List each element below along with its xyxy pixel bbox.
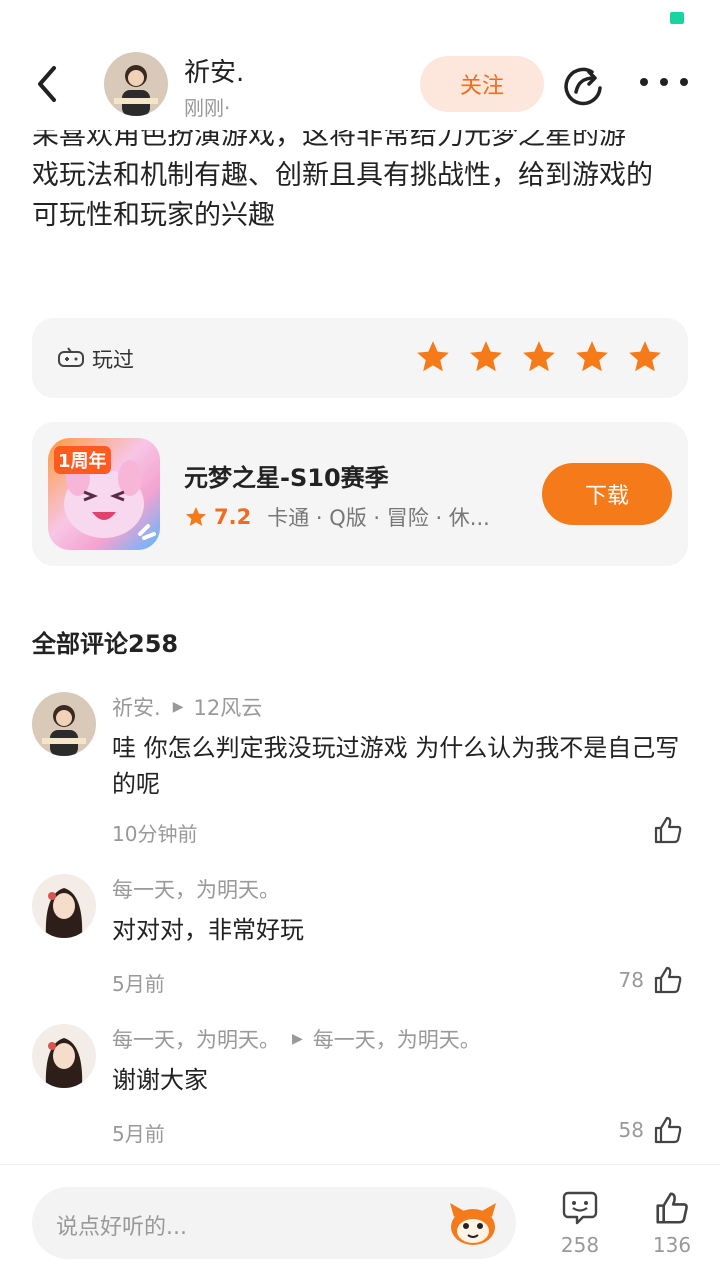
comment-time: 10分钟前: [112, 822, 198, 846]
comments-action[interactable]: 258: [550, 1189, 610, 1257]
reply-arrow-icon: ▶: [172, 699, 184, 715]
post-line: 戏玩法和机制有趣、创新且具有挑战性，给到游戏的: [32, 160, 653, 191]
comment-item: 每一天，为明天。 ▶ 每一天，为明天。 谢谢大家 5月前 58: [0, 1024, 720, 1154]
post-line: 可玩性和玩家的兴趣: [32, 200, 275, 231]
reply-to-user[interactable]: 每一天，为明天。: [313, 1024, 481, 1054]
thumbs-up-icon: [654, 1116, 682, 1144]
commenter-avatar[interactable]: [32, 692, 96, 756]
share-button[interactable]: [562, 64, 606, 108]
like-button[interactable]: 58: [619, 1114, 684, 1146]
comment-text: 谢谢大家: [112, 1066, 208, 1094]
bottom-action-bar: 说点好听的... 258 136: [0, 1164, 720, 1280]
star-icon[interactable]: [467, 338, 505, 376]
comment-author[interactable]: 每一天，为明天。: [112, 1024, 280, 1054]
reply-arrow-icon: ▶: [292, 1031, 303, 1047]
comment-text: 哇 你怎么判定我没玩过游戏 为什么认为我不是自己写的呢: [112, 734, 680, 798]
comment-author-row: 每一天，为明天。 ▶ 每一天，为明天。: [112, 1024, 481, 1054]
game-card[interactable]: 1周年 元梦之星-S10赛季 7.2 卡通 · Q版 · 冒险 · 休... 下…: [32, 422, 688, 566]
comment-item: 祈安. ▶ 12风云 哇 你怎么判定我没玩过游戏 为什么认为我不是自己写的呢 1…: [0, 692, 720, 852]
comment-bubble-icon: [562, 1191, 598, 1225]
author-avatar[interactable]: [104, 52, 168, 116]
top-header: 祈安. 刚刚· 关注: [0, 40, 720, 130]
comment-text: 对对对，非常好玩: [112, 916, 304, 944]
reply-to-user[interactable]: 12风云: [193, 692, 262, 722]
post-body: 呆喜欢角色扮演游戏，这将非常给力元梦之星的游 戏玩法和机制有趣、创新且具有挑战性…: [32, 116, 692, 236]
game-rating-row: 7.2 卡通 · Q版 · 冒险 · 休...: [184, 502, 503, 532]
star-icon[interactable]: [414, 338, 452, 376]
avatar-image: [104, 52, 168, 116]
avatar-image: [32, 1024, 96, 1088]
like-button[interactable]: [644, 814, 684, 846]
comment-time: 5月前: [112, 1122, 165, 1146]
like-count: 136: [652, 1233, 692, 1257]
comment-time: 5月前: [112, 972, 165, 996]
comment-author[interactable]: 祈安.: [112, 692, 161, 722]
more-dot-icon: [640, 78, 648, 86]
comment-author-row: 祈安. ▶ 12风云: [112, 692, 262, 722]
more-options-button[interactable]: [640, 70, 688, 94]
author-name[interactable]: 祈安.: [184, 52, 244, 89]
status-indicator: [670, 12, 684, 24]
avatar-image: [32, 692, 96, 756]
comment-input[interactable]: 说点好听的...: [32, 1187, 516, 1259]
more-dot-icon: [660, 78, 668, 86]
comment-author[interactable]: 每一天，为明天。: [112, 874, 280, 904]
post-time: 刚刚·: [184, 96, 231, 120]
follow-button[interactable]: 关注: [420, 56, 544, 112]
played-label: 玩过: [92, 348, 134, 372]
download-button[interactable]: 下载: [542, 463, 672, 525]
gamepad-icon: [58, 347, 84, 367]
chevron-left-icon: [38, 66, 56, 102]
more-dot-icon: [680, 78, 688, 86]
game-tags: 卡通 · Q版 · 冒险 · 休...: [267, 506, 490, 530]
star-icon[interactable]: [520, 338, 558, 376]
commenter-avatar[interactable]: [32, 1024, 96, 1088]
star-icon[interactable]: [573, 338, 611, 376]
commenter-avatar[interactable]: [32, 874, 96, 938]
thumbs-up-icon: [654, 966, 682, 994]
game-score: 7.2: [214, 505, 252, 529]
comment-item: 每一天，为明天。 对对对，非常好玩 5月前 78: [0, 874, 720, 1004]
back-button[interactable]: [28, 62, 68, 106]
share-icon: [564, 67, 602, 106]
like-count: 78: [618, 968, 644, 992]
review-rating-card: 玩过: [32, 318, 688, 398]
mascot-icon[interactable]: [446, 1199, 500, 1247]
star-rating: [414, 338, 664, 376]
comment-count: 258: [560, 1233, 600, 1257]
avatar-image: [32, 874, 96, 938]
like-button[interactable]: 78: [619, 964, 684, 996]
anniversary-badge: 1周年: [54, 446, 111, 474]
comments-header: 全部评论258: [32, 630, 179, 658]
comment-input-placeholder: 说点好听的...: [56, 1215, 187, 1240]
thumbs-up-icon: [654, 816, 682, 844]
star-icon[interactable]: [626, 338, 664, 376]
game-title[interactable]: 元梦之星-S10赛季: [184, 458, 389, 493]
comment-author-row: 每一天，为明天。: [112, 874, 280, 904]
thumbs-up-icon: [656, 1192, 688, 1224]
star-icon: [186, 507, 206, 526]
game-icon[interactable]: 1周年: [48, 438, 160, 550]
like-post-action[interactable]: 136: [642, 1189, 702, 1257]
like-count: 58: [618, 1118, 644, 1142]
